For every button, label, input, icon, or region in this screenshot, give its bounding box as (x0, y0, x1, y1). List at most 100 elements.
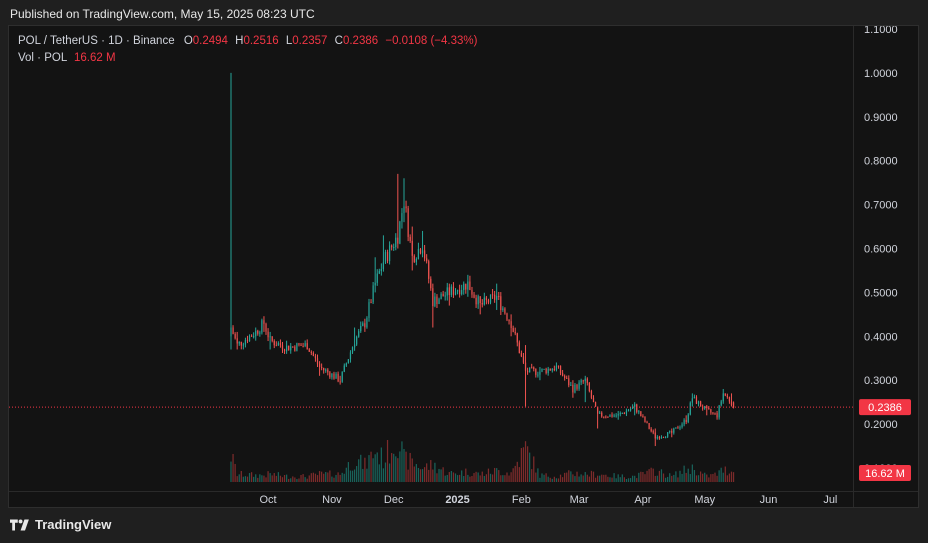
volume-bar (510, 472, 512, 482)
candle-body (572, 384, 574, 393)
volume-bar (471, 476, 473, 482)
volume-bar (522, 447, 525, 482)
volume-bar (500, 475, 502, 482)
volume-bar (594, 477, 597, 482)
volume-bar (547, 476, 549, 482)
volume-bar (496, 468, 498, 482)
candle-body (477, 296, 479, 305)
candle-body (283, 349, 286, 352)
volume-bar (294, 477, 296, 482)
candle-body (325, 369, 327, 371)
candle-body (275, 345, 277, 347)
candle-body (281, 345, 284, 350)
volume-bar (646, 470, 648, 482)
volume-bar (609, 477, 611, 482)
volume-bar (428, 469, 430, 482)
volume-bar (436, 473, 438, 482)
volume-bar (300, 475, 302, 482)
volume-bar (473, 473, 475, 482)
volume-bar (479, 475, 481, 482)
volume-bar (494, 467, 496, 482)
candle-body (561, 373, 564, 376)
candle-body (265, 323, 267, 332)
volume-bar (366, 468, 368, 482)
candle-body (329, 372, 331, 378)
candle-body (263, 320, 265, 324)
candle-body (292, 346, 294, 348)
candle-body (531, 367, 533, 369)
candle-body (248, 335, 251, 342)
candle-body (240, 341, 242, 346)
candle-body (483, 297, 485, 305)
candle-body (646, 422, 648, 424)
candle-body (601, 412, 603, 417)
volume-bar (726, 475, 728, 482)
volume-bar (426, 463, 428, 482)
volume-bar (667, 476, 669, 482)
volume-bar (502, 475, 504, 482)
chart-panel[interactable]: 0.10000.20000.30000.40000.50000.60000.70… (8, 25, 919, 508)
volume-label[interactable]: Vol · POL (18, 52, 67, 64)
volume-bar (568, 470, 570, 482)
candlestick-chart[interactable]: 0.10000.20000.30000.40000.50000.60000.70… (9, 26, 919, 508)
volume-bar (485, 474, 488, 482)
volume-bar (234, 463, 236, 482)
volume-bar (353, 469, 356, 482)
volume-bar (467, 474, 469, 482)
candle-body (481, 303, 483, 305)
volume-bar (574, 476, 576, 482)
volume-bar (465, 468, 467, 482)
volume-bar (561, 477, 564, 482)
candle-body (356, 336, 358, 345)
candle-body (537, 374, 539, 376)
candle-body (634, 404, 636, 407)
close-value: 0.2386 (342, 35, 379, 47)
candle-body (502, 308, 504, 311)
candle-body (710, 409, 712, 413)
symbol-label[interactable]: POL / TetherUS · 1D · Binance (18, 35, 175, 47)
volume-bar (430, 460, 432, 482)
candle-body (506, 313, 508, 320)
candle-body (547, 368, 549, 374)
y-tick-label: 0.6000 (864, 244, 898, 256)
volume-bar (619, 477, 621, 482)
candle-body (586, 378, 588, 383)
volume-bar (611, 477, 613, 482)
volume-bar (329, 470, 331, 482)
volume-bar (679, 470, 681, 482)
candle-body (691, 398, 693, 403)
candle-body (428, 261, 430, 279)
tradingview-logo[interactable]: TradingView (10, 517, 111, 532)
candle-body (415, 258, 417, 263)
candle-body (718, 405, 720, 418)
candle-body (640, 411, 642, 417)
candle-body (450, 286, 452, 296)
volume-bar (378, 464, 380, 482)
x-tick-label: Nov (322, 494, 342, 506)
candle-body (378, 271, 380, 274)
volume-bar (388, 463, 391, 482)
candle-body (419, 248, 422, 254)
volume-bar (444, 475, 446, 482)
candle-body (533, 367, 535, 370)
volume-bar (376, 452, 378, 482)
candle-body (687, 414, 689, 422)
candle-body (253, 336, 255, 338)
volume-bar (419, 469, 422, 482)
volume-bar (638, 472, 640, 482)
candle-body (308, 349, 310, 352)
volume-bar (407, 469, 409, 482)
x-tick-label: Feb (512, 494, 531, 506)
candle-body (423, 250, 426, 259)
candle-body (236, 338, 238, 344)
volume-bar (372, 458, 374, 482)
candle-body (541, 368, 543, 372)
candle-body (512, 327, 514, 332)
candle-body (267, 331, 269, 338)
candle-body (403, 206, 405, 214)
candle-body (584, 378, 586, 382)
volume-bar (458, 474, 461, 482)
candle-body (724, 393, 726, 396)
volume-bar (240, 470, 242, 482)
volume-bar (395, 456, 397, 482)
